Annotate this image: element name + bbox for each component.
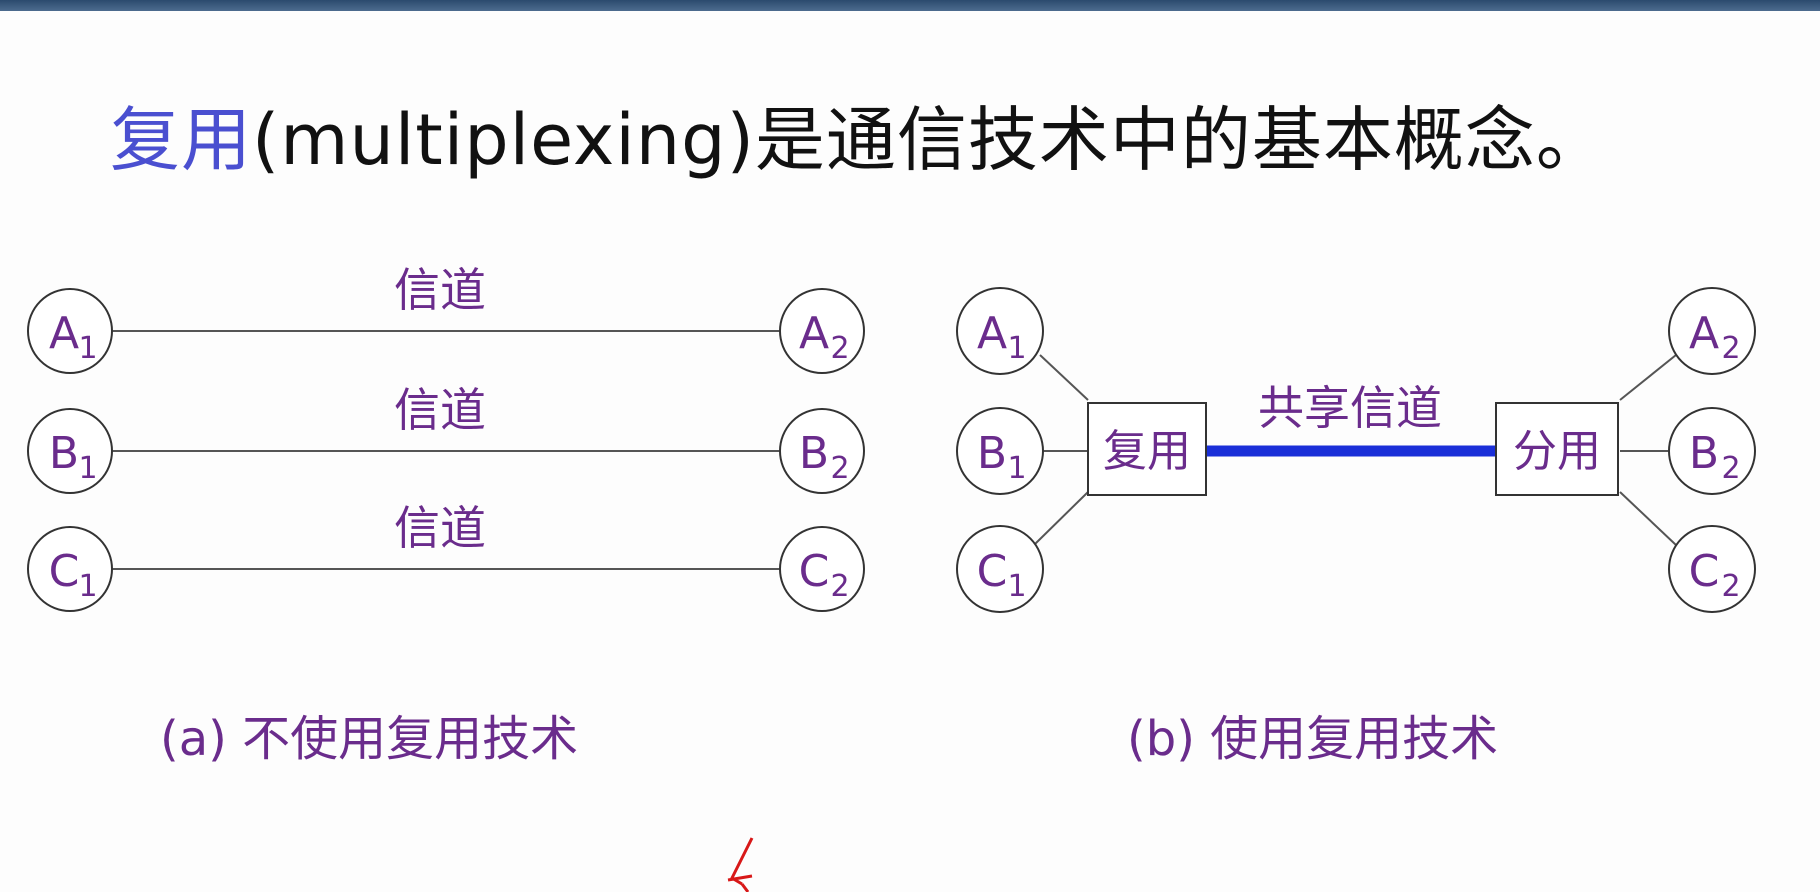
diagram-a: 信道 信道 信道 A 1 B 1 C 1 A 2 B 2 C 2 (a) 不使用… <box>27 263 865 767</box>
node-b-c2: C 2 <box>1668 525 1756 613</box>
channel-label-b: 信道 <box>394 383 486 437</box>
multiplexing-diagram: 信道 信道 信道 A 1 B 1 C 1 A 2 B 2 C 2 (a) 不使用… <box>27 263 1756 892</box>
channel-label-c: 信道 <box>394 501 486 555</box>
node-b-c2-main: C <box>1689 546 1720 597</box>
node-a2-main: A <box>799 308 829 359</box>
mux-box: 复用 <box>1087 402 1207 496</box>
node-b-c2-sub: 2 <box>1721 569 1740 604</box>
node-a1-sub: 1 <box>78 331 97 366</box>
node-b2-main: B <box>799 428 829 479</box>
node-b-b1-sub: 1 <box>1007 451 1026 486</box>
node-b-a1: A 1 <box>956 287 1044 375</box>
node-b-b2-main: B <box>1689 428 1719 479</box>
node-c2: C 2 <box>779 526 865 612</box>
spoke-c2 <box>1619 491 1677 546</box>
node-c1-main: C <box>49 546 80 597</box>
node-b-b1-main: B <box>977 428 1007 479</box>
spoke-a1 <box>1039 354 1089 401</box>
node-b-a1-main: A <box>977 308 1007 359</box>
node-a1: A 1 <box>27 288 113 374</box>
node-b-a2: A 2 <box>1668 287 1756 375</box>
channel-label-a: 信道 <box>394 263 486 317</box>
node-b-a2-main: A <box>1689 308 1719 359</box>
node-b1-main: B <box>49 428 79 479</box>
mux-label: 复用 <box>1103 426 1191 477</box>
node-c2-main: C <box>799 546 830 597</box>
spoke-a2 <box>1619 354 1677 401</box>
node-b-a2-sub: 2 <box>1721 331 1740 366</box>
spoke-c1 <box>1033 491 1089 546</box>
node-b-b2-sub: 2 <box>1721 451 1740 486</box>
caption-b: (b) 使用复用技术 <box>1127 711 1498 767</box>
node-a1-main: A <box>49 308 79 359</box>
node-b-c1-sub: 1 <box>1007 569 1026 604</box>
node-c2-sub: 2 <box>830 569 849 604</box>
node-b-b1: B 1 <box>956 407 1044 495</box>
shared-channel-label: 共享信道 <box>1258 381 1442 435</box>
demux-label: 分用 <box>1513 426 1601 477</box>
node-c1: C 1 <box>27 526 113 612</box>
node-a2: A 2 <box>779 288 865 374</box>
node-b-b2: B 2 <box>1668 407 1756 495</box>
demux-box: 分用 <box>1495 402 1619 496</box>
node-b-c1: C 1 <box>956 525 1044 613</box>
node-b1: B 1 <box>27 408 113 494</box>
node-b2: B 2 <box>779 408 865 494</box>
node-b-c1-main: C <box>977 546 1008 597</box>
node-a2-sub: 2 <box>830 331 849 366</box>
pen-annotation-mark <box>727 837 754 892</box>
node-b1-sub: 1 <box>78 451 97 486</box>
node-b-a1-sub: 1 <box>1007 331 1026 366</box>
node-c1-sub: 1 <box>78 569 97 604</box>
caption-a: (a) 不使用复用技术 <box>160 711 578 767</box>
diagram-b: 共享信道 复用 分用 A 1 B 1 C 1 A 2 B 2 C 2 (b) 使… <box>956 287 1756 767</box>
node-b2-sub: 2 <box>830 451 849 486</box>
